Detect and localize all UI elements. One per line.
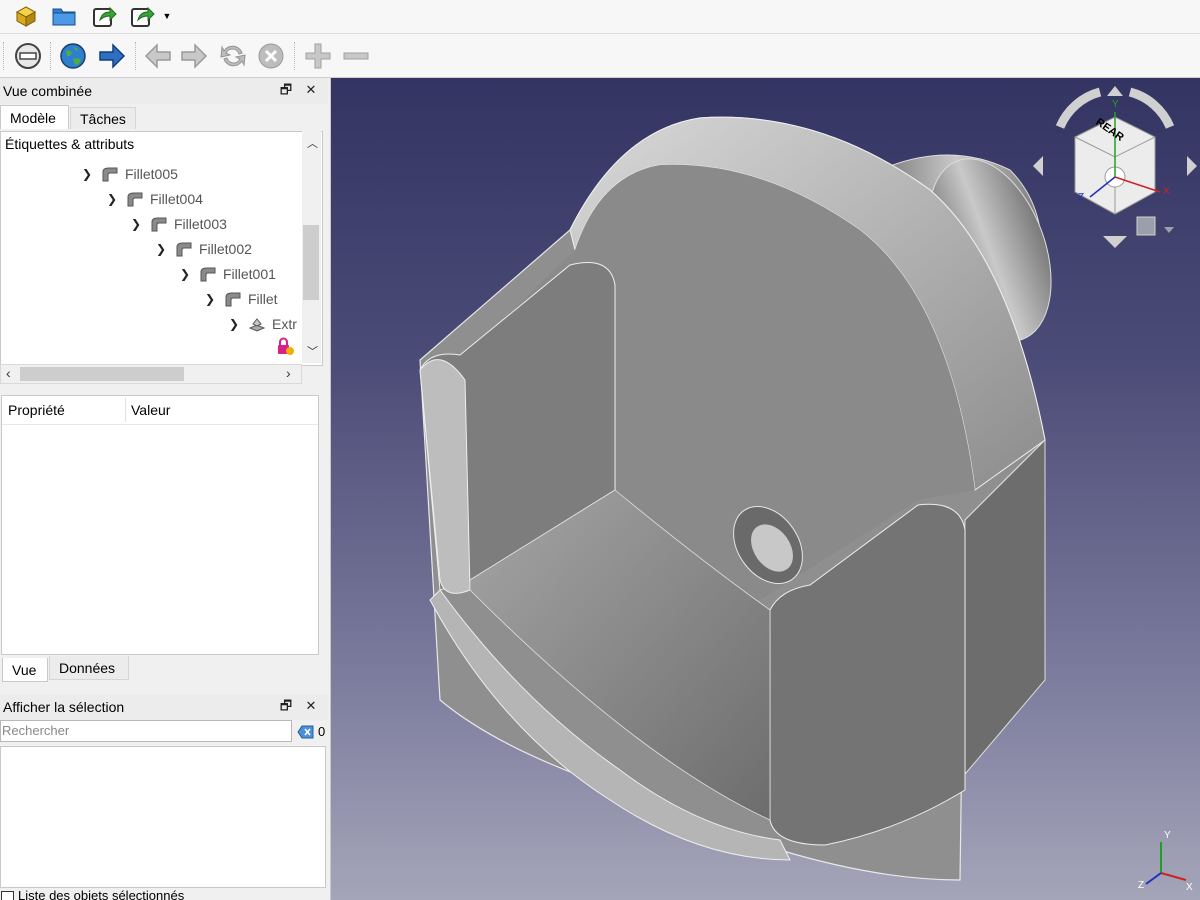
tab-modele[interactable]: Modèle: [0, 105, 69, 129]
selected-objects-checkbox[interactable]: [1, 891, 14, 900]
selection-view-titlebar: Afficher la sélection 🗗 ✕: [0, 694, 328, 720]
scroll-up-icon[interactable]: ︿: [307, 135, 318, 151]
toolbar-separator: [50, 42, 53, 70]
tree-item-label: Fillet005: [125, 166, 178, 182]
scroll-down-icon[interactable]: ﹀: [307, 343, 318, 359]
tab-vue[interactable]: Vue: [2, 658, 48, 682]
tree-item[interactable]: ❯ Fillet004: [104, 187, 203, 211]
axis-label-y: Y: [1164, 830, 1171, 841]
tree-item[interactable]: ❯ Extr: [226, 312, 297, 336]
navcube-axis-x: X: [1163, 186, 1170, 197]
fillet-icon: [176, 242, 192, 257]
fillet-icon: [151, 217, 167, 232]
error-lock-icon: [275, 337, 295, 357]
zoom-in-icon[interactable]: [302, 40, 334, 72]
toolbar-separator: [3, 42, 6, 70]
clear-search-icon[interactable]: [297, 724, 315, 740]
tree-item-label: Fillet004: [150, 191, 203, 207]
scroll-right-icon[interactable]: ›: [286, 365, 291, 381]
stop-icon[interactable]: [12, 40, 44, 72]
selection-count: 0: [318, 724, 326, 739]
axis-label-x: X: [1186, 882, 1193, 893]
selected-objects-label: Liste des objets sélectionnés: [18, 890, 185, 900]
export-more-icon[interactable]: [128, 2, 156, 30]
selection-list: [0, 746, 326, 888]
toolbar-separator: [135, 42, 138, 70]
stop-loading-icon[interactable]: [255, 40, 287, 72]
column-divider: [125, 398, 126, 422]
export-icon[interactable]: [90, 2, 118, 30]
tree-item-label: Fillet002: [199, 241, 252, 257]
tab-donnees[interactable]: Données: [49, 656, 129, 680]
chevron-down-icon[interactable]: ❯: [177, 267, 193, 281]
toolbar-separator: [294, 42, 297, 70]
tree-vertical-scrollbar[interactable]: ︿ ﹀: [302, 131, 321, 363]
tree-item[interactable]: ❯ Fillet001: [177, 262, 276, 286]
tree-header: Étiquettes & attributs: [5, 136, 135, 152]
tree-item-label: Fillet: [248, 291, 278, 307]
nav-forward-icon[interactable]: [178, 40, 210, 72]
navcube-axis-y: Y: [1112, 99, 1119, 110]
zoom-out-icon[interactable]: [340, 40, 372, 72]
search-input[interactable]: Rechercher: [0, 720, 292, 742]
3d-viewport[interactable]: REAR Y X Z Y Z X: [331, 78, 1200, 900]
axis-label-z: Z: [1138, 880, 1145, 891]
chevron-down-icon[interactable]: ❯: [104, 192, 120, 206]
refresh-icon[interactable]: [217, 40, 249, 72]
rotate-right-icon: [1128, 87, 1175, 129]
tree-item[interactable]: ❯ Fillet: [202, 287, 278, 311]
property-header: Propriété Valeur: [2, 396, 318, 425]
tree-item-label: Fillet001: [223, 266, 276, 282]
axis-indicator: Y Z X: [1136, 828, 1200, 898]
property-table: Propriété Valeur: [1, 395, 319, 655]
tab-taches[interactable]: Tâches: [70, 107, 136, 129]
close-panel-icon[interactable]: ✕: [303, 698, 319, 714]
scrollbar-thumb[interactable]: [20, 367, 184, 381]
export-dropdown-icon[interactable]: ▼: [160, 6, 174, 26]
fillet-icon: [200, 267, 216, 282]
selection-view-title: Afficher la sélection: [3, 699, 125, 715]
chevron-down-icon[interactable]: ❯: [226, 317, 242, 331]
rotate-left-icon: [1055, 87, 1102, 129]
open-folder-icon[interactable]: [50, 2, 78, 30]
tree-item[interactable]: ❯ Fillet005: [79, 162, 178, 186]
chevron-down-icon[interactable]: ❯: [79, 167, 95, 181]
fillet-icon: [225, 292, 241, 307]
tree-item[interactable]: ❯ Fillet002: [153, 237, 252, 261]
part-icon[interactable]: [12, 2, 40, 30]
extrude-icon: [248, 318, 266, 332]
toolbar-file: ▼: [0, 0, 1200, 34]
web-globe-icon[interactable]: [57, 40, 89, 72]
navcube-axis-z: Z: [1078, 192, 1085, 203]
fillet-icon: [127, 192, 143, 207]
scroll-left-icon[interactable]: ‹: [6, 365, 11, 381]
property-column-header[interactable]: Propriété: [8, 402, 65, 418]
fillet-icon: [102, 167, 118, 182]
chevron-down-icon[interactable]: ❯: [128, 217, 144, 231]
model-tree: Étiquettes & attributs ❯ Fillet005 ❯ Fil…: [0, 131, 323, 366]
tree-item[interactable]: ❯ Fillet003: [128, 212, 227, 236]
close-panel-icon[interactable]: ✕: [303, 82, 319, 98]
tree-item-label: Fillet003: [174, 216, 227, 232]
tree-item-label: Extr: [272, 316, 297, 332]
navigation-cube[interactable]: REAR Y X Z: [1030, 82, 1200, 262]
go-forward-arrow-icon[interactable]: [96, 40, 128, 72]
toolbar-web: [0, 34, 1200, 78]
combo-view-titlebar: Vue combinée 🗗 ✕: [0, 78, 328, 104]
scrollbar-thumb[interactable]: [303, 225, 319, 300]
float-panel-icon[interactable]: 🗗: [278, 82, 294, 98]
selected-objects-checkbox-row[interactable]: Liste des objets sélectionnés: [0, 890, 330, 900]
chevron-down-icon[interactable]: ❯: [153, 242, 169, 256]
chevron-down-icon[interactable]: ❯: [202, 292, 218, 306]
float-panel-icon[interactable]: 🗗: [278, 698, 294, 714]
tree-horizontal-scrollbar[interactable]: ‹ ›: [0, 364, 302, 384]
value-column-header[interactable]: Valeur: [131, 402, 170, 418]
combo-view-title: Vue combinée: [3, 83, 92, 99]
nav-back-icon[interactable]: [142, 40, 174, 72]
